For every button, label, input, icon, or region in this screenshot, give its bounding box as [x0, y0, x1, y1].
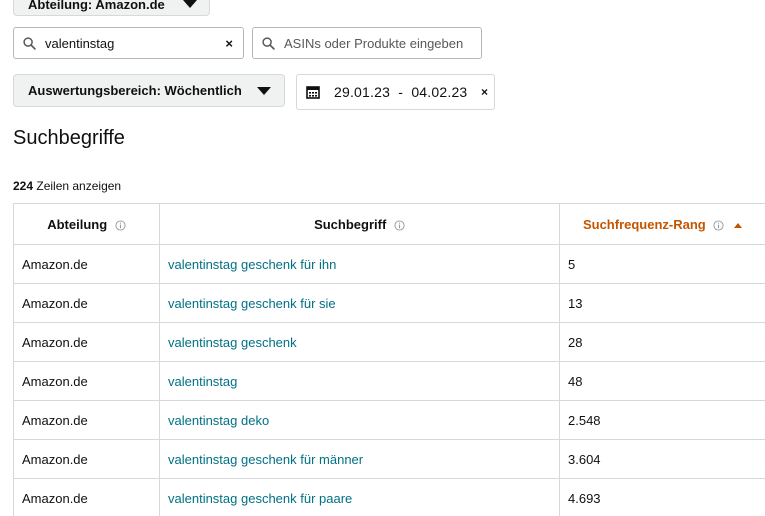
search-term-link[interactable]: valentinstag geschenk: [168, 335, 297, 350]
cell-department: Amazon.de: [13, 283, 160, 323]
range-dropdown[interactable]: Auswertungsbereich: Wöchentlich: [13, 74, 285, 107]
cell-search-term: valentinstag geschenk: [159, 322, 560, 362]
cell-rank: 3.604: [559, 439, 765, 479]
search-icon: [23, 36, 36, 50]
column-header-rank[interactable]: Suchfrequenz-Rang: [559, 203, 765, 245]
column-header-label: Abteilung: [47, 216, 108, 232]
search-terms-table: Abteilung Suchbegriff Suchfrequenz-Rang …: [13, 203, 765, 516]
cell-search-term: valentinstag geschenk für ihn: [159, 244, 560, 284]
chevron-down-icon: [257, 86, 271, 95]
cell-rank: 4.693: [559, 478, 765, 516]
asin-search-input[interactable]: ASINs oder Produkte eingeben: [252, 27, 482, 59]
table-header-row: Abteilung Suchbegriff Suchfrequenz-Rang: [13, 203, 765, 245]
cell-rank: 13: [559, 283, 765, 323]
department-dropdown[interactable]: Abteilung: Amazon.de: [13, 0, 210, 16]
search-term-link[interactable]: valentinstag deko: [168, 413, 269, 428]
search-term-input[interactable]: valentinstag ×: [13, 27, 244, 59]
cell-department: Amazon.de: [13, 439, 160, 479]
chevron-down-icon: [183, 0, 197, 8]
date-range-value: 29.01.23 - 04.02.23: [334, 84, 468, 100]
cell-search-term: valentinstag: [159, 361, 560, 401]
search-term-link[interactable]: valentinstag geschenk für männer: [168, 452, 363, 467]
cell-search-term: valentinstag geschenk für männer: [159, 439, 560, 479]
asin-search-placeholder: ASINs oder Produkte eingeben: [284, 35, 464, 51]
column-header-label: Suchbegriff: [314, 216, 387, 232]
section-title: Suchbegriffe: [13, 127, 125, 149]
cell-rank: 48: [559, 361, 765, 401]
table-row: Amazon.de valentinstag geschenk für männ…: [13, 439, 765, 479]
table-row: Amazon.de valentinstag deko 2.548: [13, 400, 765, 440]
column-header-department[interactable]: Abteilung: [13, 203, 160, 245]
calendar-icon[interactable]: [306, 85, 320, 99]
column-header-search-term[interactable]: Suchbegriff: [159, 203, 560, 245]
page: Abteilung: Amazon.de valentinstag × ASIN…: [0, 0, 765, 516]
cell-rank: 28: [559, 322, 765, 362]
search-icon: [262, 36, 275, 50]
row-count-info: 224 Zeilen anzeigen: [13, 179, 121, 193]
table-row: Amazon.de valentinstag geschenk 28: [13, 322, 765, 362]
date-range-picker[interactable]: 29.01.23 - 04.02.23 ×: [296, 74, 495, 110]
search-term-link[interactable]: valentinstag: [168, 374, 237, 389]
cell-department: Amazon.de: [13, 361, 160, 401]
table-row: Amazon.de valentinstag geschenk für paar…: [13, 478, 765, 516]
column-header-label: Suchfrequenz-Rang: [582, 216, 706, 232]
table-row: Amazon.de valentinstag geschenk für ihn …: [13, 244, 765, 284]
cell-department: Amazon.de: [13, 400, 160, 440]
row-count-label: Zeilen anzeigen: [33, 179, 122, 193]
department-dropdown-label: Abteilung: Amazon.de: [28, 0, 165, 12]
search-term-value: valentinstag: [45, 35, 115, 51]
cell-search-term: valentinstag geschenk für paare: [159, 478, 560, 516]
info-icon[interactable]: [115, 220, 126, 231]
range-dropdown-label: Auswertungsbereich: Wöchentlich: [28, 83, 242, 98]
cell-department: Amazon.de: [13, 478, 160, 516]
search-term-link[interactable]: valentinstag geschenk für sie: [168, 296, 336, 311]
cell-department: Amazon.de: [13, 322, 160, 362]
sort-ascending-icon[interactable]: [734, 222, 743, 228]
info-icon[interactable]: [713, 220, 724, 231]
search-term-link[interactable]: valentinstag geschenk für ihn: [168, 257, 336, 272]
cell-search-term: valentinstag geschenk für sie: [159, 283, 560, 323]
clear-date-icon[interactable]: ×: [481, 85, 488, 99]
row-count: 224: [13, 179, 34, 193]
info-icon[interactable]: [394, 220, 405, 231]
cell-rank: 2.548: [559, 400, 765, 440]
search-term-link[interactable]: valentinstag geschenk für paare: [168, 491, 352, 506]
table-row: Amazon.de valentinstag geschenk für sie …: [13, 283, 765, 323]
table-row: Amazon.de valentinstag 48: [13, 361, 765, 401]
clear-search-icon[interactable]: ×: [225, 36, 233, 51]
cell-search-term: valentinstag deko: [159, 400, 560, 440]
cell-rank: 5: [559, 244, 765, 284]
cell-department: Amazon.de: [13, 244, 160, 284]
